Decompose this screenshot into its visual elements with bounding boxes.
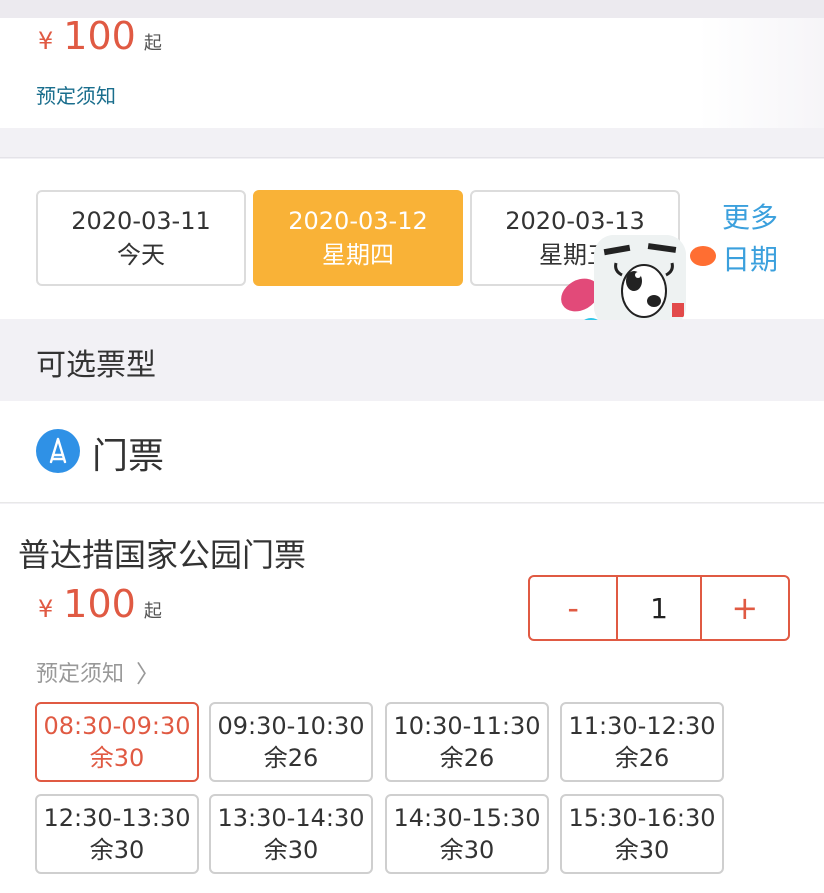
time-slot-0830[interactable]: 08:30-09:30 余30 xyxy=(35,702,199,782)
slot-time: 15:30-16:30 xyxy=(568,804,716,832)
decrease-button[interactable]: - xyxy=(530,577,616,639)
time-slot-1530[interactable]: 15:30-16:30 余30 xyxy=(560,794,724,874)
ticket-category-header: 门票 xyxy=(0,401,824,503)
slot-remaining: 余30 xyxy=(614,836,670,864)
slot-time: 14:30-15:30 xyxy=(393,804,541,832)
date-text: 2020-03-11 xyxy=(71,207,211,235)
slot-time: 12:30-13:30 xyxy=(43,804,191,832)
slot-time: 08:30-09:30 xyxy=(43,712,191,740)
price-from-label: 起 xyxy=(143,33,162,54)
weekday-text: 今天 xyxy=(117,241,165,269)
product-booking-notice-link[interactable]: 预定须知 〉 xyxy=(36,654,160,689)
slot-remaining: 余26 xyxy=(263,744,319,772)
date-option-0311[interactable]: 2020-03-11 今天 xyxy=(36,190,246,286)
currency-symbol: ¥ xyxy=(38,595,54,623)
date-selector: 2020-03-11 今天 2020-03-12 星期四 2020-03-13 … xyxy=(0,159,824,319)
tower-icon xyxy=(36,429,80,473)
slot-remaining: 余30 xyxy=(439,836,495,864)
time-slot-1430[interactable]: 14:30-15:30 余30 xyxy=(385,794,549,874)
ticket-type-section-header: 可选票型 xyxy=(0,320,824,400)
slot-time: 11:30-12:30 xyxy=(568,712,716,740)
slot-remaining: 余30 xyxy=(89,836,145,864)
slot-remaining: 余30 xyxy=(89,744,145,772)
date-text: 2020-03-12 xyxy=(288,207,428,235)
ticket-product-card: 普达措国家公园门票 ¥ 100 起 预定须知 〉 - 1 + 08:30-09:… xyxy=(0,504,824,893)
weekday-text: 星期四 xyxy=(322,241,394,269)
top-price: ¥ 100 起 xyxy=(38,14,162,58)
slot-time: 09:30-10:30 xyxy=(217,712,365,740)
splash-decoration xyxy=(690,246,716,266)
slot-remaining: 余26 xyxy=(614,744,670,772)
quantity-stepper: - 1 + xyxy=(528,575,790,641)
time-slot-1130[interactable]: 11:30-12:30 余26 xyxy=(560,702,724,782)
slot-time: 10:30-11:30 xyxy=(393,712,541,740)
chevron-right-icon: 〉 xyxy=(136,660,161,688)
time-slot-1030[interactable]: 10:30-11:30 余26 xyxy=(385,702,549,782)
price-value: 100 xyxy=(63,14,136,58)
price-from-label: 起 xyxy=(143,601,162,622)
slot-remaining: 余26 xyxy=(439,744,495,772)
notice-text: 预定须知 xyxy=(36,661,125,687)
time-slot-1330[interactable]: 13:30-14:30 余30 xyxy=(209,794,373,874)
currency-symbol: ¥ xyxy=(38,27,54,55)
cartoon-cow-icon xyxy=(594,235,686,327)
time-slot-1230[interactable]: 12:30-13:30 余30 xyxy=(35,794,199,874)
top-price-card: ¥ 100 起 预定须知 xyxy=(0,14,824,128)
ticket-category-title: 门票 xyxy=(92,436,165,477)
product-name: 普达措国家公园门票 xyxy=(18,536,307,574)
date-option-0312[interactable]: 2020-03-12 星期四 xyxy=(253,190,463,286)
section-title: 可选票型 xyxy=(36,348,156,383)
product-price: ¥ 100 起 xyxy=(38,582,162,626)
time-slot-0930[interactable]: 09:30-10:30 余26 xyxy=(209,702,373,782)
quantity-value[interactable]: 1 xyxy=(616,577,702,639)
slot-time: 13:30-14:30 xyxy=(217,804,365,832)
slot-remaining: 余30 xyxy=(263,836,319,864)
more-dates-link[interactable]: 更多日期 xyxy=(722,197,786,281)
price-value: 100 xyxy=(63,582,136,626)
booking-notice-link[interactable]: 预定须知 xyxy=(36,80,116,109)
increase-button[interactable]: + xyxy=(702,577,788,639)
